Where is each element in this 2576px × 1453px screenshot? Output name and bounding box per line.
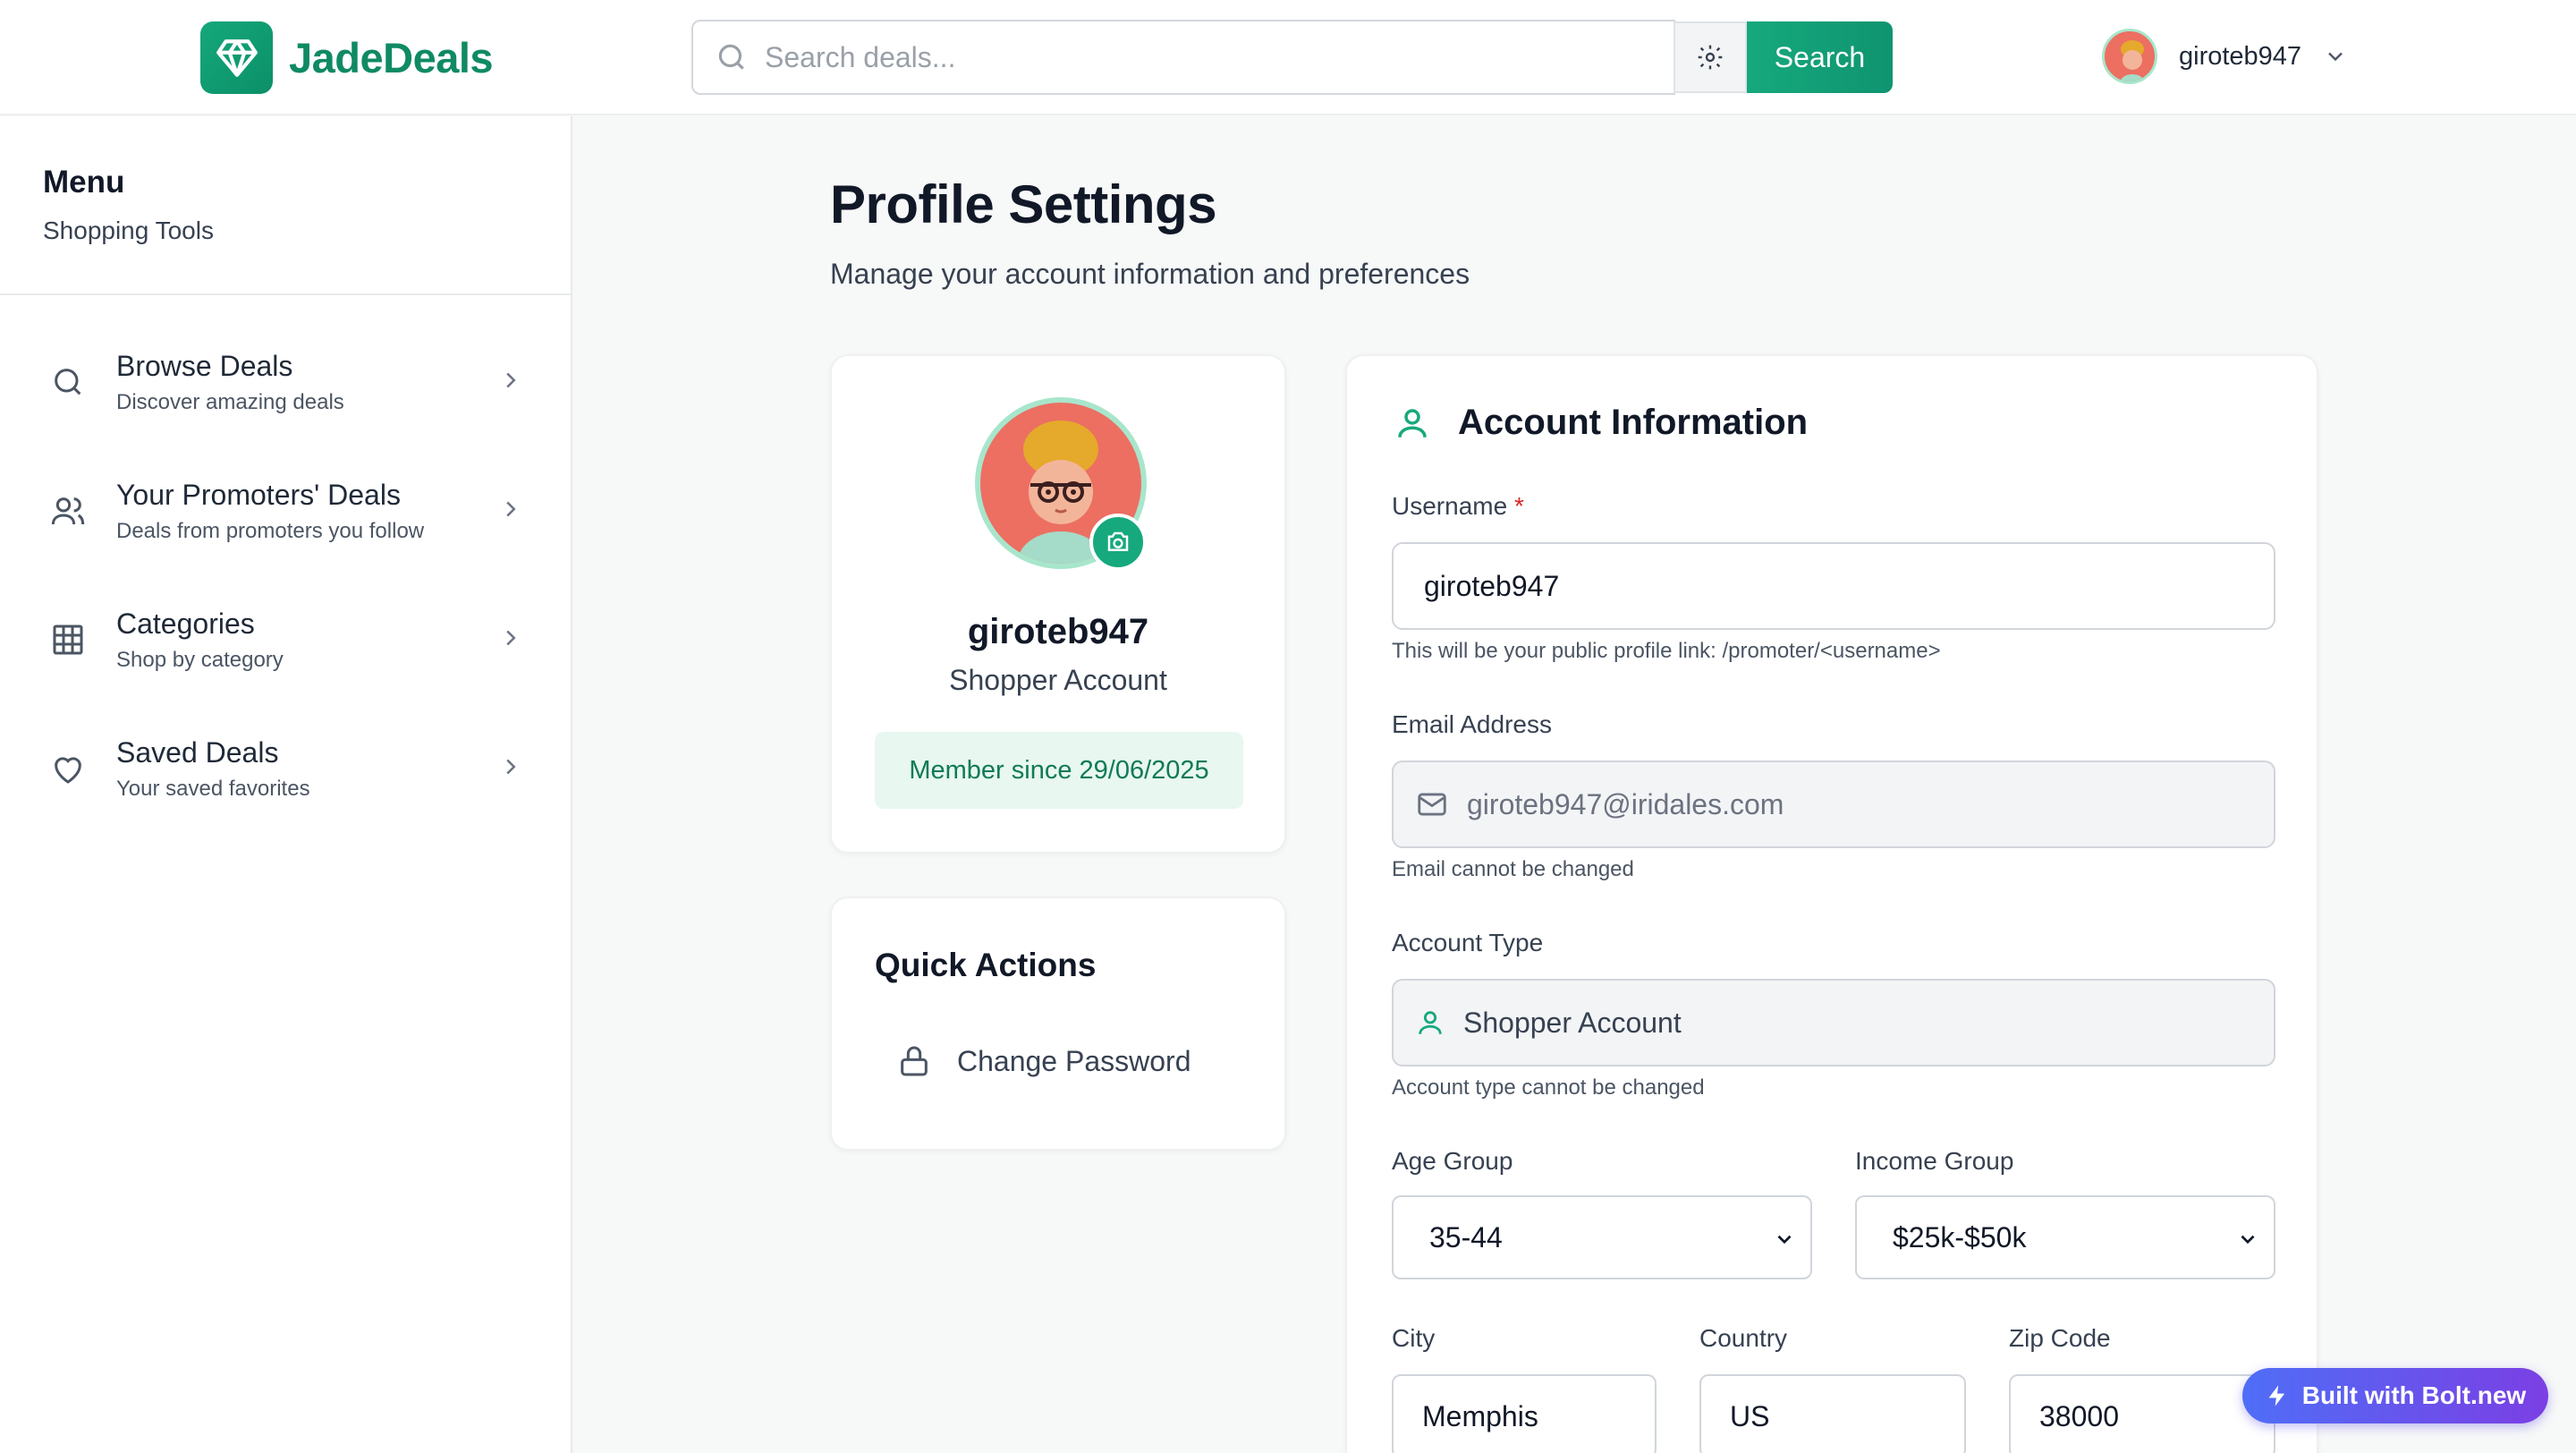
lightning-icon (2268, 1385, 2284, 1406)
avatar (2102, 29, 2157, 84)
user-icon (1398, 408, 1427, 438)
user-name: giroteb947 (2179, 41, 2302, 71)
gem-icon (200, 21, 273, 94)
built-with-bolt-badge[interactable]: Built with Bolt.new (2242, 1368, 2548, 1423)
mail-icon (1418, 793, 1446, 816)
username-label-text: Username (1392, 492, 1508, 520)
zip-code-label: Zip Code (2009, 1324, 2111, 1352)
grid-icon (53, 625, 83, 655)
chevron-right-icon (506, 501, 516, 517)
email-value: giroteb947@iridales.com (1467, 787, 1784, 820)
sidebar-item-label: Categories (116, 607, 255, 640)
sidebar-item-categories[interactable]: Categories Shop by category (50, 599, 524, 680)
chevron-right-icon (506, 759, 516, 775)
username-value: giroteb947 (1424, 569, 1560, 602)
sidebar: Menu Shopping Tools Browse Deals Discove… (0, 116, 572, 1453)
required-marker: * (1513, 492, 1524, 520)
account-information-title: Account Information (1458, 403, 1809, 442)
top-header: JadeDeals Search giroteb947 (0, 0, 2576, 115)
profile-card: giroteb947 Shopper Account Member since … (830, 354, 1286, 854)
profile-name: giroteb947 (967, 612, 1149, 651)
search-icon (55, 369, 81, 395)
email-input: giroteb947@iridales.com (1392, 760, 2275, 848)
sidebar-subtitle: Shopping Tools (43, 217, 214, 244)
country-label: Country (1699, 1324, 1788, 1352)
user-icon (1419, 1011, 1442, 1034)
quick-actions-title: Quick Actions (875, 947, 1097, 983)
camera-icon (1107, 531, 1129, 551)
sidebar-item-browse-deals[interactable]: Browse Deals Discover amazing deals (50, 342, 524, 422)
username-label: Username * (1392, 492, 1524, 521)
quick-actions-card: Quick Actions Change Password (830, 896, 1286, 1151)
age-group-label: Age Group (1392, 1147, 1513, 1175)
city-label: City (1392, 1324, 1436, 1352)
account-information-card: Account Information Username * giroteb94… (1345, 354, 2318, 1453)
chevron-right-icon (506, 372, 516, 388)
sidebar-item-label: Your Promoters' Deals (116, 478, 401, 511)
gear-icon (1698, 45, 1723, 70)
sidebar-item-promoters-deals[interactable]: Your Promoters' Deals Deals from promote… (50, 471, 524, 551)
account-information-header: Account Information (1394, 403, 1808, 443)
username-input[interactable]: giroteb947 (1392, 542, 2275, 630)
built-with-bolt-label: Built with Bolt.new (2301, 1381, 2527, 1409)
sidebar-title: Menu (43, 165, 125, 200)
account-type-value: Shopper Account (1463, 1006, 1682, 1039)
age-group-select[interactable]: 35-44 (1392, 1195, 1812, 1279)
sidebar-item-desc: Discover amazing deals (116, 389, 344, 414)
email-help: Email cannot be changed (1392, 857, 1634, 881)
income-group-select[interactable]: $25k-$50k (1855, 1195, 2275, 1279)
heart-icon (55, 757, 81, 784)
account-type-field: Shopper Account (1392, 979, 2275, 1066)
sidebar-item-desc: Deals from promoters you follow (116, 518, 425, 543)
city-value: Memphis (1422, 1399, 1538, 1432)
account-type-help: Account type cannot be changed (1392, 1075, 1705, 1100)
sidebar-item-desc: Your saved favorites (116, 776, 310, 801)
income-group-value: $25k-$50k (1893, 1220, 2027, 1253)
member-since-badge: Member since 29/06/2025 (875, 732, 1243, 809)
zip-code-value: 38000 (2039, 1399, 2119, 1432)
page-subtitle: Manage your account information and pref… (830, 258, 1470, 290)
search-input[interactable] (765, 40, 1570, 74)
zip-code-input[interactable]: 38000 (2009, 1374, 2275, 1453)
user-menu[interactable]: giroteb947 (2102, 29, 2348, 84)
country-value: US (1730, 1399, 1770, 1432)
search-icon (718, 44, 744, 70)
page-title: Profile Settings (830, 174, 1217, 234)
chevron-right-icon (506, 630, 516, 646)
users-icon (51, 497, 85, 525)
username-help: This will be your public profile link: /… (1392, 639, 1941, 663)
city-input[interactable]: Memphis (1392, 1374, 1657, 1453)
sidebar-item-saved-deals[interactable]: Saved Deals Your saved favorites (50, 728, 524, 809)
app-name: JadeDeals (289, 34, 494, 81)
sidebar-item-label: Saved Deals (116, 735, 279, 769)
country-input[interactable]: US (1699, 1374, 1966, 1453)
sidebar-item-desc: Shop by category (116, 647, 284, 672)
income-group-label: Income Group (1855, 1147, 2014, 1175)
email-label: Email Address (1392, 710, 1552, 738)
lock-icon (901, 1046, 928, 1076)
chevron-down-icon (2328, 52, 2343, 62)
app-logo[interactable]: JadeDeals (200, 21, 494, 94)
search-button[interactable]: Search (1747, 21, 1893, 93)
age-group-value: 35-44 (1429, 1220, 1503, 1253)
change-avatar-button[interactable] (1089, 514, 1147, 571)
search-settings-button[interactable] (1674, 21, 1747, 93)
account-type-label: Account Type (1392, 929, 1544, 956)
sidebar-header: Menu Shopping Tools (0, 116, 571, 295)
sidebar-item-label: Browse Deals (116, 349, 293, 382)
change-password-label: Change Password (957, 1044, 1191, 1077)
chevron-down-icon (1777, 1235, 1792, 1245)
profile-account-type: Shopper Account (949, 664, 1167, 696)
search-field[interactable] (691, 20, 1675, 95)
chevron-down-icon (2241, 1235, 2255, 1245)
change-password-button[interactable]: Change Password (896, 1043, 1191, 1079)
